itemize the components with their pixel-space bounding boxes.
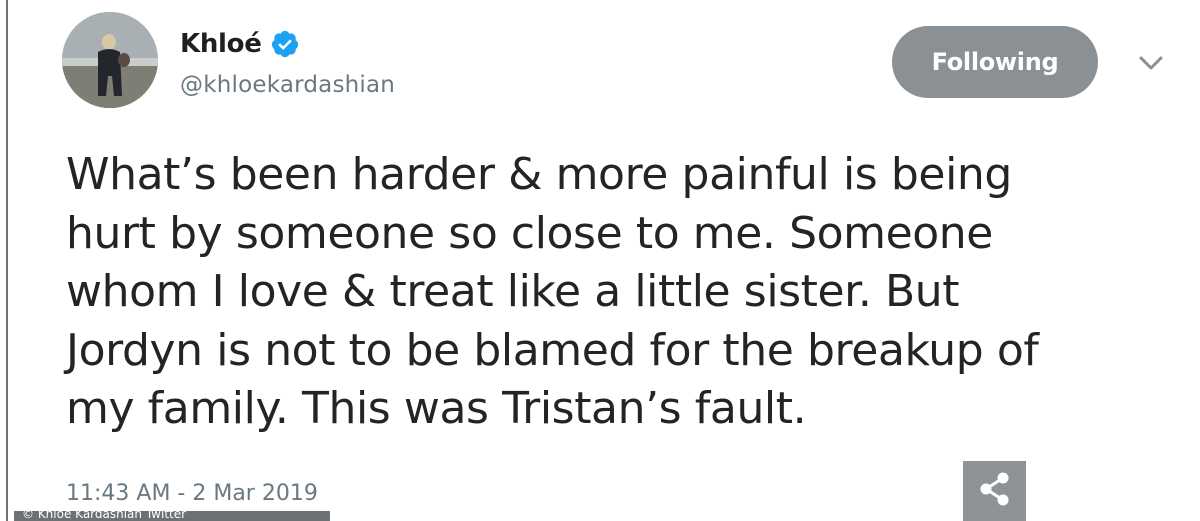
following-button[interactable]: Following bbox=[892, 26, 1098, 98]
chevron-down-icon[interactable] bbox=[1136, 50, 1166, 76]
photo-credit-caption: © Khloe Kardashian Twitter bbox=[14, 511, 330, 521]
tweet-timestamp[interactable]: 11:43 AM - 2 Mar 2019 bbox=[66, 481, 318, 506]
author-name-row: Khloé bbox=[180, 24, 300, 64]
avatar[interactable] bbox=[62, 12, 158, 108]
share-button[interactable] bbox=[963, 461, 1026, 521]
verified-badge-icon bbox=[270, 29, 300, 59]
share-icon bbox=[975, 469, 1015, 513]
author-display-name[interactable]: Khloé bbox=[180, 29, 262, 59]
author-handle[interactable]: @khloekardashian bbox=[180, 72, 395, 98]
avatar-photo-icon bbox=[62, 12, 158, 108]
tweet-text: What’s been harder & more painful is bei… bbox=[66, 149, 1039, 434]
photo-credit-text: © Khloe Kardashian Twitter bbox=[22, 511, 187, 521]
